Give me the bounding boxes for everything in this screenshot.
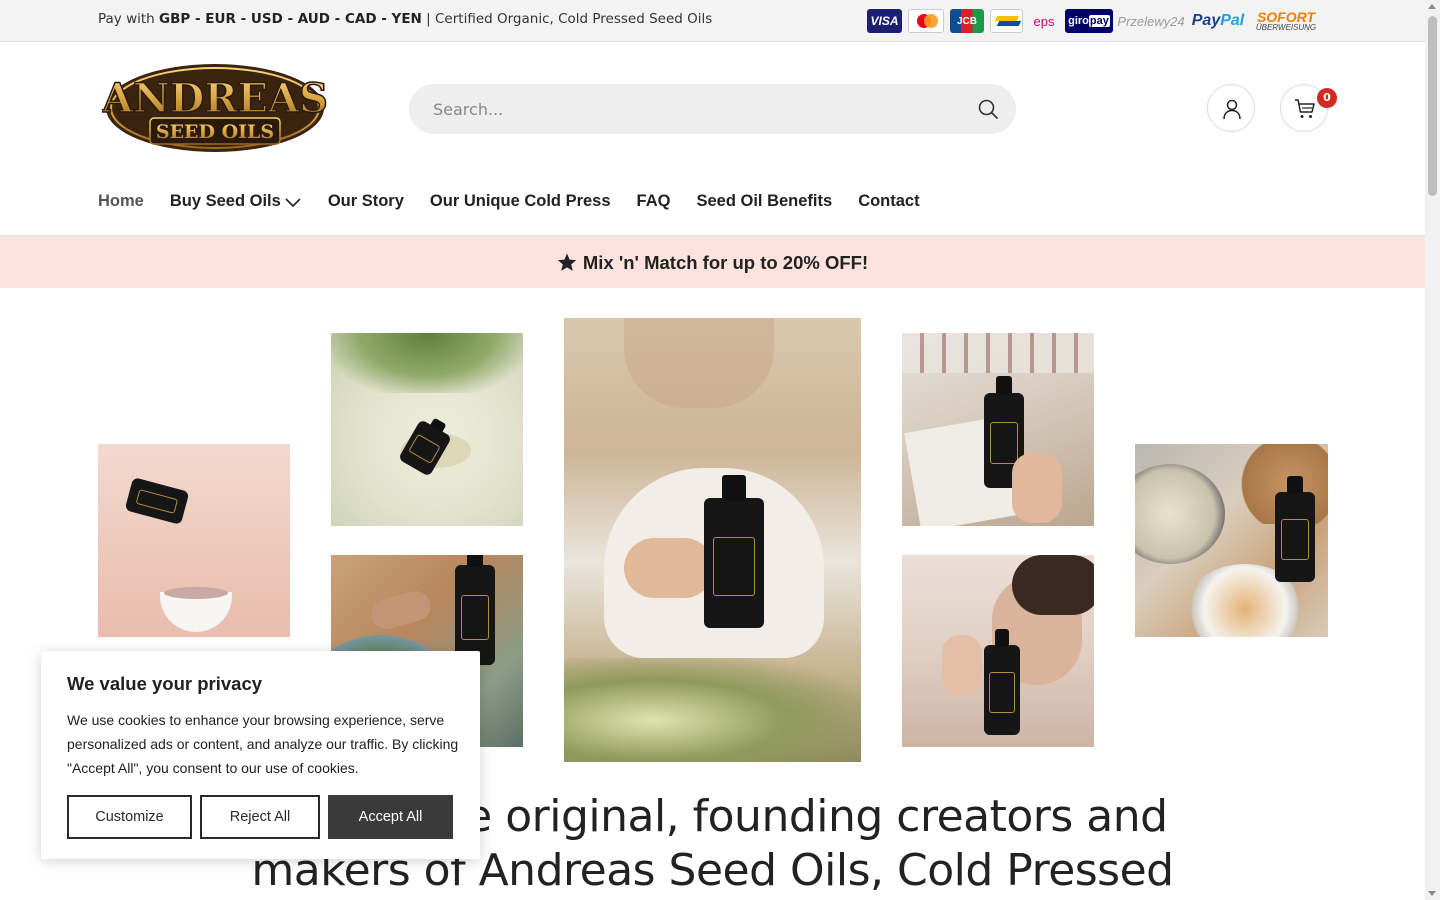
gallery-image-model-bottle[interactable] <box>564 318 861 762</box>
cookie-body: We use cookies to enhance your browsing … <box>67 712 459 776</box>
cart-count-badge: 0 <box>1317 88 1337 108</box>
nav-label: Contact <box>858 192 920 210</box>
nav-label: Our Story <box>327 192 404 210</box>
scrollbar-thumb[interactable] <box>1428 16 1437 196</box>
gallery-image-ivy-dropper[interactable] <box>331 333 523 526</box>
cookie-consent-dialog: We value your privacy We use cookies to … <box>41 651 480 859</box>
search-button[interactable] <box>976 97 1000 121</box>
nav-item-seed-oil-benefits[interactable]: Seed Oil Benefits <box>696 192 832 211</box>
search-icon <box>978 99 998 119</box>
nav-item-home[interactable]: Home <box>98 192 144 211</box>
currency-list: GBP - EUR - USD - AUD - CAD - YEN <box>159 11 422 27</box>
logo-subtitle: SEED OILS <box>156 121 274 143</box>
main-nav: Home Buy Seed Oils Our Story Our Unique … <box>98 192 946 211</box>
search-input[interactable] <box>433 97 953 121</box>
tagline: Certified Organic, Cold Pressed Seed Oil… <box>435 11 713 27</box>
nav-label: Home <box>98 192 144 210</box>
cart-icon <box>1295 99 1315 118</box>
gallery-image-magazine[interactable] <box>902 333 1094 526</box>
mastercard-icon <box>908 9 944 33</box>
sofort-icon: SOFORT ÜBERWEISUNG <box>1255 9 1317 32</box>
gallery-image-oatmeal[interactable] <box>98 444 290 637</box>
account-button[interactable] <box>1207 84 1255 132</box>
scroll-down-arrow-icon[interactable] <box>1428 891 1436 896</box>
nav-item-our-story[interactable]: Our Story <box>328 192 404 211</box>
payment-logos: VISA JCB eps giro pay Przelewy24 Pay Pal S… <box>867 8 1319 34</box>
payment-currencies-text: Pay with GBP - EUR - USD - AUD - CAD - Y… <box>98 11 712 27</box>
search-bar <box>409 84 1016 134</box>
nav-label: FAQ <box>636 192 671 210</box>
gallery-image-bread[interactable] <box>1135 444 1328 637</box>
reject-all-button[interactable]: Reject All <box>200 795 320 839</box>
user-icon <box>1223 99 1241 120</box>
visa-icon: VISA <box>867 9 902 33</box>
nav-label: Seed Oil Benefits <box>696 192 833 210</box>
scroll-up-arrow-icon[interactable] <box>1428 4 1436 9</box>
site-logo[interactable]: ANDREAS SEED OILS <box>100 60 329 156</box>
promo-text: Mix 'n' Match for up to 20% OFF! <box>582 251 869 273</box>
nav-label: Our Unique Cold Press <box>429 192 611 210</box>
przelewy24-icon: Przelewy24 <box>1117 13 1185 29</box>
giropay-icon: giro pay <box>1065 9 1113 33</box>
eps-icon: eps <box>1033 13 1055 29</box>
promo-banner[interactable]: Mix 'n' Match for up to 20% OFF! <box>0 237 1425 288</box>
logo-wordmark: ANDREAS <box>102 75 328 122</box>
page-scrollbar[interactable] <box>1425 0 1440 900</box>
jcb-icon: JCB <box>950 9 984 33</box>
top-bar: Pay with GBP - EUR - USD - AUD - CAD - Y… <box>0 0 1425 42</box>
accept-all-button[interactable]: Accept All <box>328 795 453 839</box>
cookie-title: We value your privacy <box>67 673 263 694</box>
nav-label: Buy Seed Oils <box>169 192 281 210</box>
nav-item-faq[interactable]: FAQ <box>637 192 671 211</box>
nav-item-contact[interactable]: Contact <box>858 192 919 211</box>
paypal-icon: Pay Pal <box>1191 12 1245 29</box>
star-icon <box>557 253 577 271</box>
nav-item-buy-seed-oils[interactable]: Buy Seed Oils <box>170 192 302 211</box>
gallery-image-model-dropper[interactable] <box>902 555 1094 747</box>
customize-button[interactable]: Customize <box>67 795 192 839</box>
bancontact-icon <box>990 9 1023 33</box>
separator: | <box>426 11 431 27</box>
nav-item-cold-press[interactable]: Our Unique Cold Press <box>430 192 611 211</box>
pay-prefix: Pay with <box>98 11 155 27</box>
chevron-down-icon <box>285 197 301 207</box>
andreas-seed-oils-logo: ANDREAS SEED OILS <box>100 64 329 152</box>
